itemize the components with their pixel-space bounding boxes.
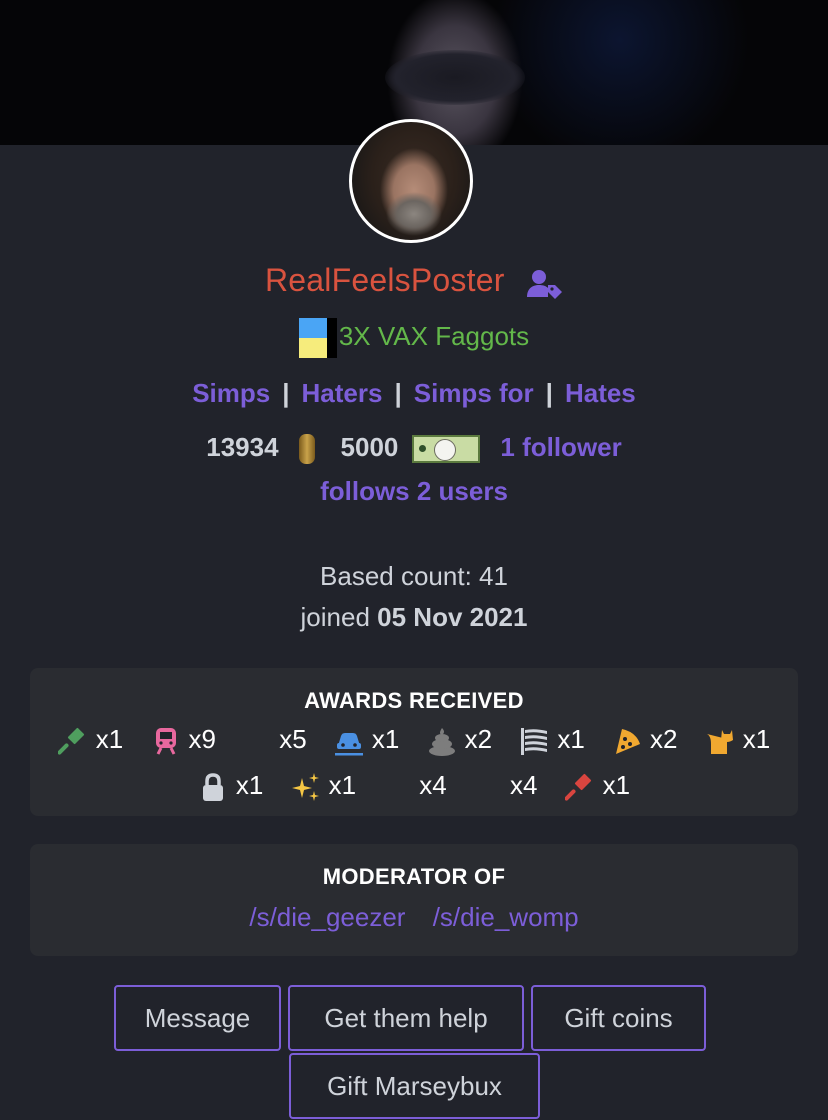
sub-link[interactable]: /s/die_womp xyxy=(433,902,579,932)
avatar[interactable] xyxy=(349,119,473,243)
car-crash-icon xyxy=(334,733,363,756)
award-item[interactable]: x1 xyxy=(291,764,356,806)
username-row: RealFeelsPoster xyxy=(0,262,828,304)
username: RealFeelsPoster xyxy=(265,262,505,298)
marseybux-icon xyxy=(412,435,481,464)
lock-icon xyxy=(202,773,223,802)
following-link[interactable]: follows 2 users xyxy=(320,476,508,506)
hates-link[interactable]: Hates xyxy=(565,378,636,408)
pizza-icon xyxy=(616,729,641,755)
joined-label: joined xyxy=(300,602,370,632)
award-item[interactable]: x5 xyxy=(243,718,306,760)
blank-award-icon xyxy=(474,772,502,802)
gavel-icon xyxy=(57,728,84,755)
separator: | xyxy=(394,378,402,408)
award-item[interactable]: x1 xyxy=(198,764,263,806)
user-tag-icon[interactable] xyxy=(527,269,563,304)
awards-row-2: x1 x1 x4 x4 x1 xyxy=(30,764,798,806)
flair-text: 3X VAX Faggots xyxy=(338,320,530,351)
user-flair: 3X VAX Faggots xyxy=(0,318,828,358)
blank-award-icon xyxy=(383,772,411,802)
sub-link[interactable]: /s/die_geezer xyxy=(249,902,405,932)
train-icon xyxy=(155,728,176,755)
award-item[interactable]: x1 xyxy=(564,764,630,806)
joined-date: joined 05 Nov 2021 xyxy=(0,602,828,633)
gift-marseybux-button[interactable]: Gift Marseybux xyxy=(289,1053,540,1119)
awards-card: AWARDS RECEIVED x1 x9 x5 x1 x2 x1 x2 x1 … xyxy=(30,668,798,816)
stats-row: 13934 5000 1 follower xyxy=(0,432,828,465)
award-item[interactable]: x9 xyxy=(151,718,216,760)
award-item[interactable]: x1 xyxy=(334,718,399,760)
award-item[interactable]: x1 xyxy=(57,718,123,760)
award-item[interactable]: x2 xyxy=(427,718,492,760)
awards-row-1: x1 x9 x5 x1 x2 x1 x2 x1 xyxy=(30,718,798,760)
message-button[interactable]: Message xyxy=(114,985,281,1051)
joined-date-value: 05 Nov 2021 xyxy=(377,602,528,632)
coin-count: 13934 xyxy=(206,432,279,462)
sparkles-icon xyxy=(291,773,319,802)
separator: | xyxy=(282,378,290,408)
moderator-title: MODERATOR OF xyxy=(322,864,506,889)
gift-coins-button[interactable]: Gift coins xyxy=(531,985,706,1051)
coin-icon xyxy=(298,434,315,465)
simps-for-link[interactable]: Simps for xyxy=(414,378,534,408)
poop-icon xyxy=(428,728,455,757)
blank-award-icon xyxy=(243,726,271,756)
based-count: Based count: 41 xyxy=(320,561,508,591)
moderated-subs: /s/die_geezer /s/die_womp xyxy=(30,902,798,933)
haters-link[interactable]: Haters xyxy=(302,378,383,408)
banner-image xyxy=(385,50,525,105)
award-item[interactable]: x1 xyxy=(705,718,770,760)
simps-link[interactable]: Simps xyxy=(192,378,270,408)
flag-usa-icon xyxy=(521,728,548,756)
cat-icon xyxy=(706,730,733,755)
get-them-help-button[interactable]: Get them help xyxy=(288,985,524,1051)
gavel-icon xyxy=(564,774,591,801)
following-row: follows 2 users xyxy=(0,476,828,507)
relations-nav: Simps | Haters | Simps for | Hates xyxy=(0,378,828,409)
award-item[interactable]: x4 xyxy=(474,764,537,806)
flair-flag-icon xyxy=(298,318,337,358)
moderator-card: MODERATOR OF /s/die_geezer /s/die_womp xyxy=(30,844,798,956)
marseybux-count: 5000 xyxy=(340,432,399,462)
awards-title: AWARDS RECEIVED xyxy=(304,688,524,713)
followers-link[interactable]: 1 follower xyxy=(500,432,621,462)
separator: | xyxy=(545,378,553,408)
award-item[interactable]: x4 xyxy=(383,764,446,806)
award-item[interactable]: x1 xyxy=(519,718,585,760)
award-item[interactable]: x2 xyxy=(612,718,677,760)
